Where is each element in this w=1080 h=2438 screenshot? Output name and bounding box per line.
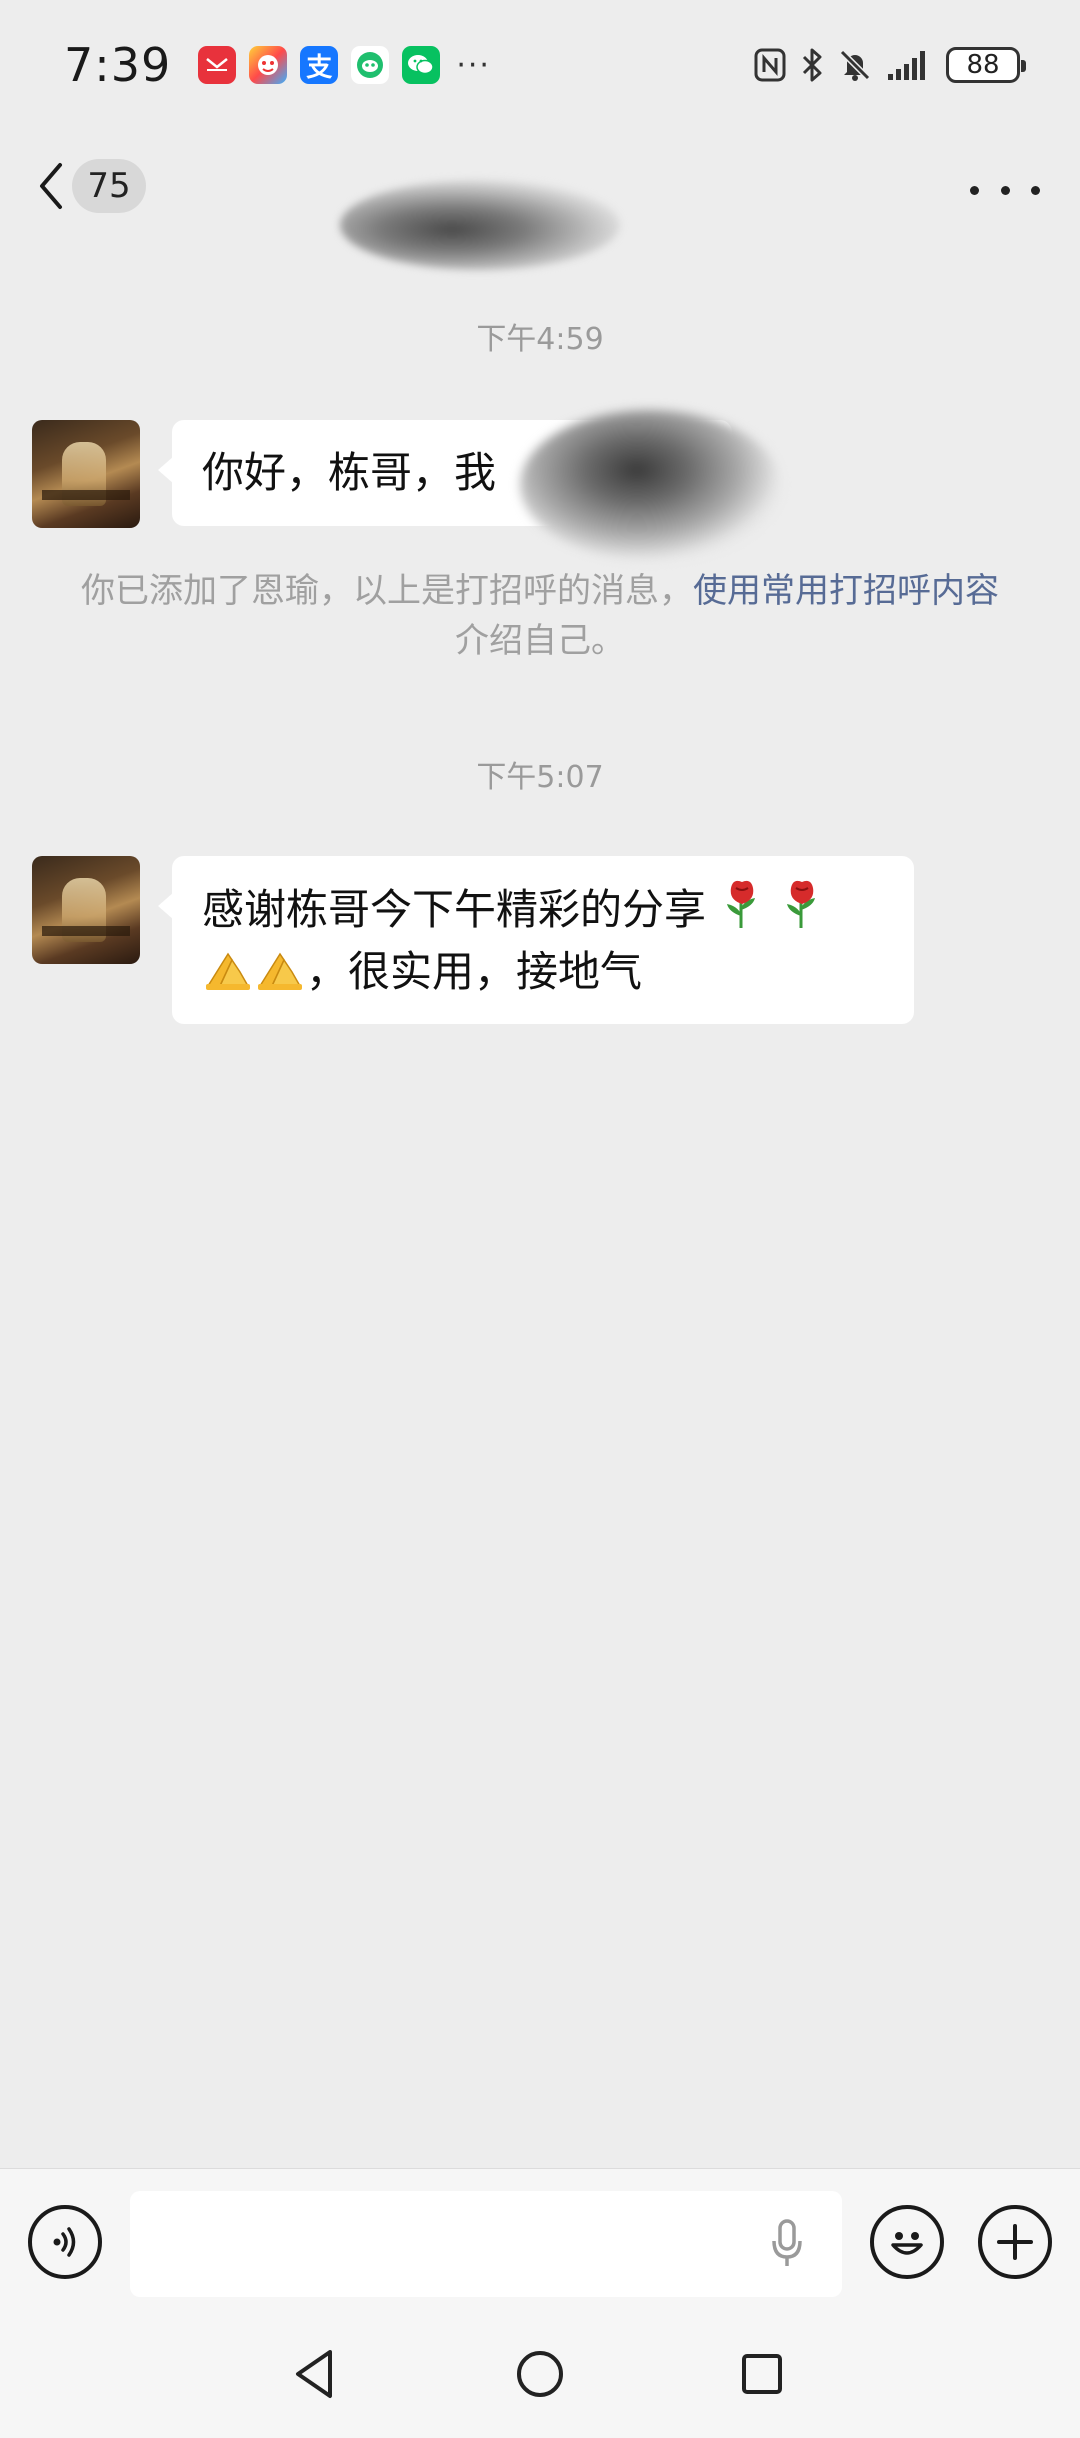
chat-header: 75: [0, 130, 1080, 270]
message-text: ，很实用，接地气: [306, 947, 643, 996]
huawei-app-icon: [198, 46, 237, 84]
avatar[interactable]: [32, 420, 140, 528]
system-notice-suffix: 介绍自己。: [455, 621, 625, 661]
timestamp: 下午4:59: [476, 322, 604, 357]
signal-icon: [888, 51, 925, 80]
rose-emoji-icon: [786, 880, 815, 928]
nav-recents-icon[interactable]: [740, 2352, 784, 2396]
message-text: 你好，栋哥，我: [202, 448, 497, 497]
contact-name-redacted: [340, 180, 620, 270]
battery-level: 88: [966, 50, 1000, 80]
game-app-icon: [249, 46, 288, 84]
message-bubble[interactable]: 感谢栋哥今下午精彩的分享 ，很实用，接地气: [158, 856, 914, 1024]
more-functions-button[interactable]: [978, 2205, 1052, 2279]
dot-icon: [970, 185, 979, 195]
nfc-icon: [754, 48, 786, 82]
alipay-icon: 支: [300, 46, 339, 84]
greeting-template-link[interactable]: 使用常用打招呼内容: [693, 571, 999, 611]
system-notice-text: 你已添加了恩瑜，以上是打招呼的消息，: [81, 571, 693, 611]
input-bar: [0, 2168, 1080, 2308]
mute-bell-icon: [839, 49, 871, 81]
emoji-button[interactable]: [870, 2205, 944, 2279]
status-bar: 7:39 支 ··· 88: [0, 0, 1080, 130]
dot-icon: [1000, 185, 1010, 195]
green-app-icon: [351, 46, 390, 84]
voice-input-button[interactable]: [28, 2205, 102, 2279]
timestamp: 下午5:07: [476, 760, 604, 795]
back-button[interactable]: 75: [36, 154, 146, 218]
voice-icon: [53, 2227, 76, 2257]
folded-hands-emoji-icon: [206, 952, 250, 990]
wechat-icon: [402, 46, 441, 84]
message-redacted-blur: [520, 410, 780, 560]
nav-home-icon[interactable]: [514, 2348, 566, 2400]
bluetooth-icon: [802, 48, 822, 82]
message-text: 感谢栋哥今下午精彩的分享: [202, 885, 707, 934]
more-options-button[interactable]: [970, 170, 1040, 210]
unread-count-badge: 75: [72, 159, 146, 213]
message-line: 感谢栋哥今下午精彩的分享: [202, 878, 884, 941]
message-input[interactable]: [130, 2191, 842, 2297]
rose-emoji-icon: [727, 880, 756, 928]
smiley-icon: [891, 2232, 923, 2255]
chevron-left-icon: [40, 163, 62, 209]
nav-back-icon[interactable]: [290, 2348, 338, 2400]
system-navigation-bar: [0, 2308, 1080, 2438]
avatar[interactable]: [32, 856, 140, 964]
more-notifications-icon: ···: [456, 47, 491, 83]
battery-icon: 88: [946, 47, 1026, 83]
message-line: ，很实用，接地气: [202, 941, 884, 1003]
microphone-icon[interactable]: [770, 2219, 804, 2269]
folded-hands-emoji-icon: [258, 952, 302, 990]
status-time: 7:39: [64, 38, 172, 92]
status-icons: 88: [754, 47, 1026, 83]
system-notice: 你已添加了恩瑜，以上是打招呼的消息，使用常用打招呼内容介绍自己。: [80, 566, 1000, 666]
plus-icon: [997, 2224, 1033, 2260]
dot-icon: [1031, 185, 1040, 195]
